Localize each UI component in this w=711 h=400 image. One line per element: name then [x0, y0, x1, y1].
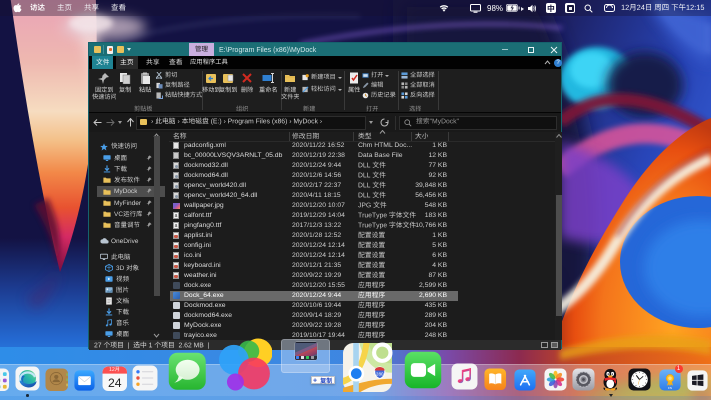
svg-text:280: 280	[376, 372, 384, 377]
svg-text:24: 24	[107, 375, 121, 389]
svg-text:FN: FN	[668, 386, 672, 390]
